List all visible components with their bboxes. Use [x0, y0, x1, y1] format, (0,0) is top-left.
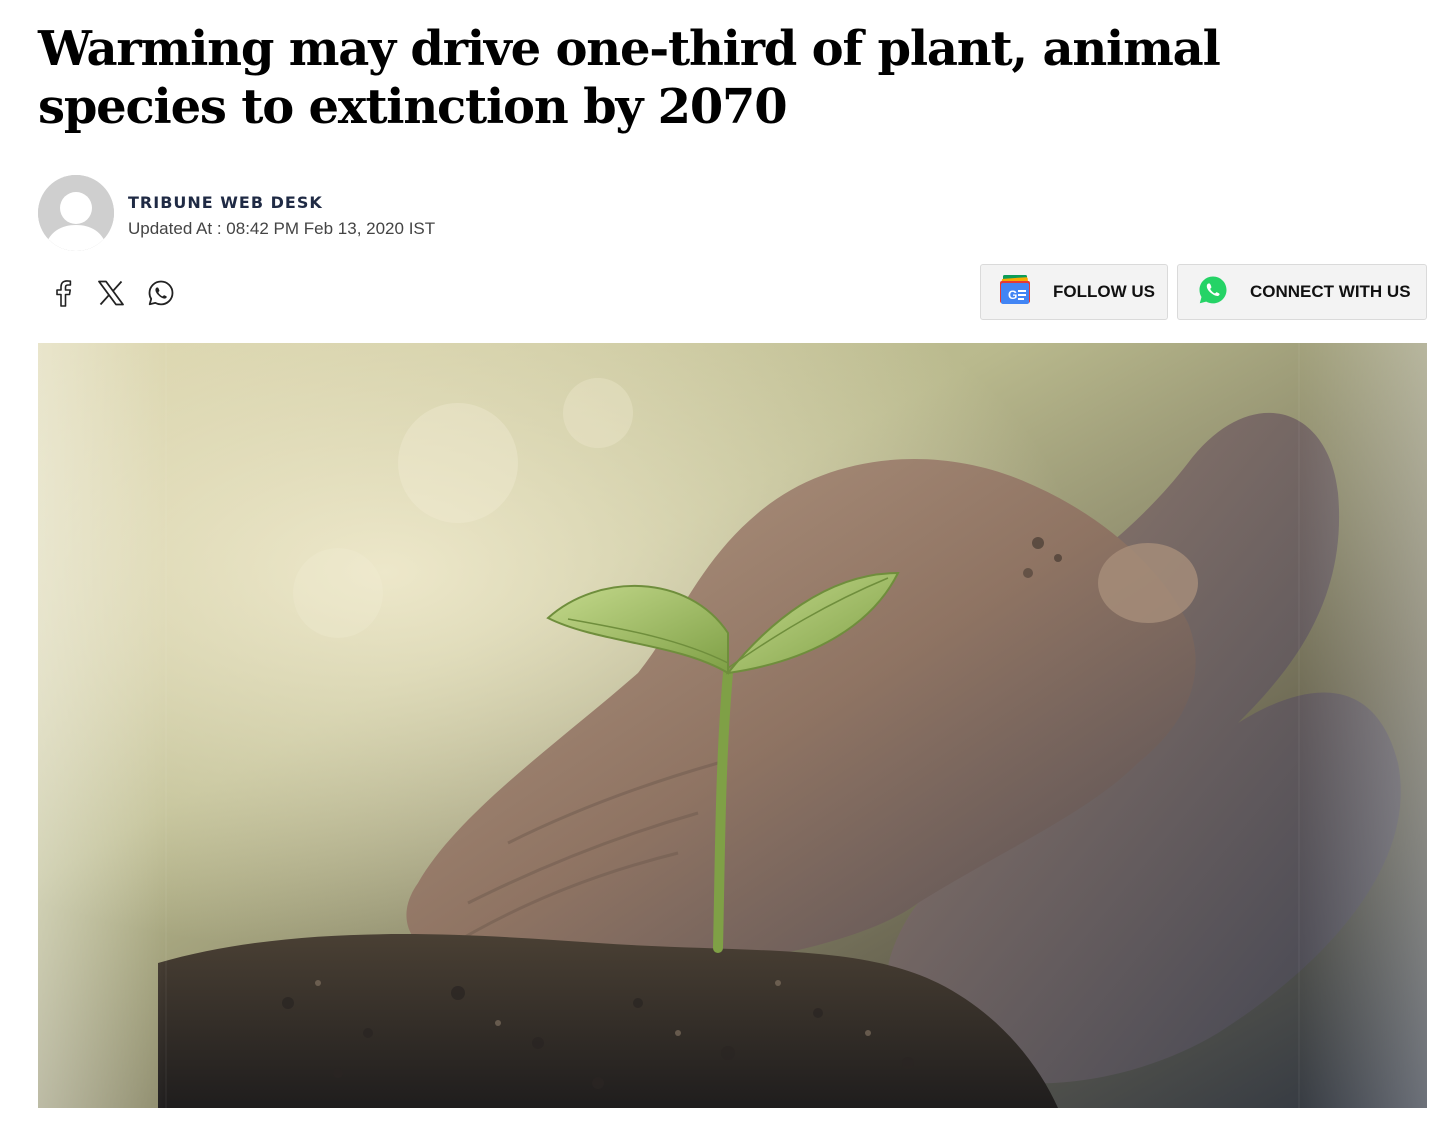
author-name[interactable]: TRIBUNE WEB DESK: [128, 193, 323, 212]
svg-text:G: G: [1008, 288, 1017, 302]
article: Warming may drive one-third of plant, an…: [38, 0, 1428, 1124]
follow-us-label: FOLLOW US: [1053, 282, 1155, 301]
google-news-icon: G: [999, 274, 1031, 310]
x-icon[interactable]: [96, 278, 126, 308]
updated-timestamp: Updated At : 08:42 PM Feb 13, 2020 IST: [128, 219, 436, 238]
article-hero-image: [38, 343, 1427, 1108]
connect-with-us-button[interactable]: CONNECT WITH US: [1177, 264, 1427, 320]
article-headline: Warming may drive one-third of plant, an…: [38, 21, 1221, 135]
connect-with-us-label: CONNECT WITH US: [1250, 282, 1411, 301]
byline: TRIBUNE WEB DESK Updated At : 08:42 PM F…: [38, 175, 738, 251]
share-row: G FOLLOW US CONNECT WITH US: [38, 264, 1428, 324]
follow-us-button[interactable]: G FOLLOW US: [980, 264, 1168, 320]
whatsapp-logo-icon: [1198, 275, 1228, 310]
whatsapp-icon[interactable]: [146, 278, 176, 308]
facebook-icon[interactable]: [48, 278, 78, 308]
author-avatar: [38, 175, 114, 251]
